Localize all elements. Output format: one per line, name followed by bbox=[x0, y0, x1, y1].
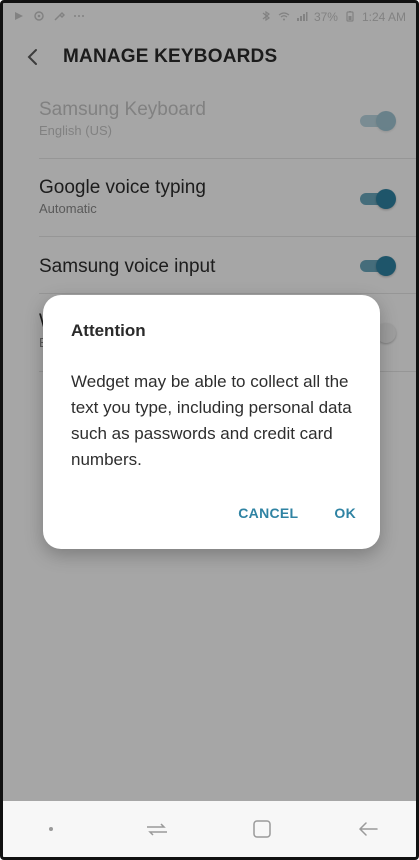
back-nav-button[interactable] bbox=[354, 815, 382, 843]
cancel-button[interactable]: CANCEL bbox=[238, 505, 298, 521]
nav-dot-button[interactable] bbox=[37, 815, 65, 843]
dialog-title: Attention bbox=[71, 321, 146, 340]
home-square-icon bbox=[253, 820, 272, 838]
ok-button[interactable]: OK bbox=[334, 505, 356, 521]
recent-apps-button[interactable] bbox=[143, 815, 171, 843]
dialog-message: Wedget may be able to collect all the te… bbox=[71, 372, 352, 469]
dot-icon bbox=[49, 827, 53, 831]
phone-screen: 37% 1:24 AM MANAGE KEYBOARDS Samsung Key… bbox=[0, 0, 419, 860]
navigation-bar bbox=[3, 801, 416, 857]
attention-dialog: Attention Wedget may be able to collect … bbox=[43, 295, 380, 549]
back-arrow-icon bbox=[358, 822, 378, 836]
recent-apps-icon bbox=[146, 823, 167, 836]
home-button[interactable] bbox=[248, 815, 276, 843]
dialog-actions: CANCEL OK bbox=[238, 505, 356, 521]
